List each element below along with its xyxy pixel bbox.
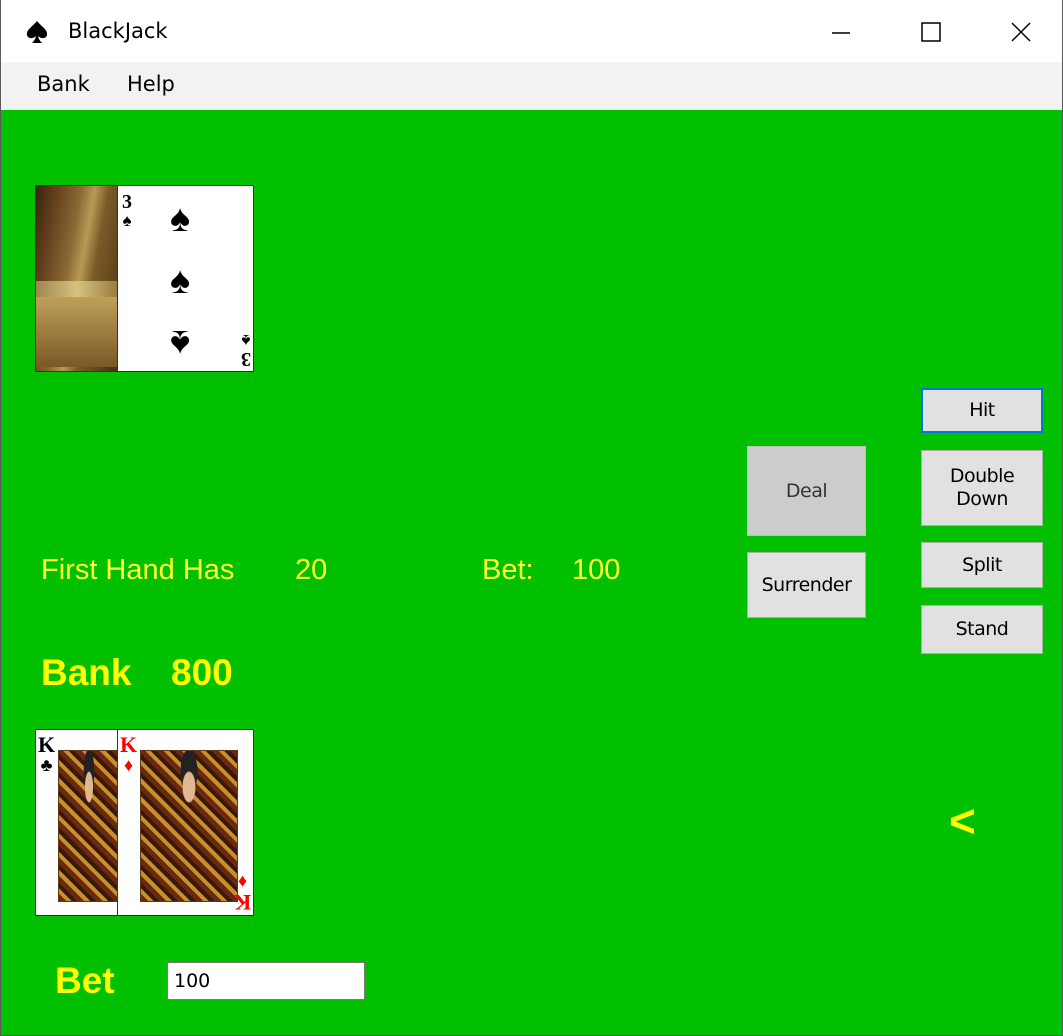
split-button[interactable]: Split (921, 542, 1043, 588)
bet-input[interactable] (167, 962, 365, 1000)
card-suit-icon: ♠ (241, 331, 251, 350)
card-rank: K (120, 732, 138, 757)
title-bar[interactable]: BlackJack (1, 0, 1062, 62)
card-rank: 3 (241, 348, 251, 370)
spade-pip-icon: ♠ (170, 322, 191, 364)
bank-label: Bank (41, 652, 132, 693)
card-suit-icon: ♠ (122, 211, 132, 230)
surrender-button[interactable]: Surrender (747, 552, 866, 618)
card-corner-top: K ♦ (120, 732, 138, 775)
blackjack-window: BlackJack Bank Help 3 ♠ ♠ ♠ ♠ 3 ♠ Hit De… (0, 0, 1063, 1036)
dealer-card-3-spades: 3 ♠ ♠ ♠ ♠ 3 ♠ (117, 185, 254, 372)
king-portrait (58, 750, 118, 902)
deal-button[interactable]: Deal (747, 446, 866, 536)
window-title: BlackJack (68, 19, 168, 43)
card-corner-top: 3 ♠ (122, 192, 132, 229)
dealer-card-face-down (35, 185, 119, 372)
minimize-icon (832, 32, 850, 34)
spade-pip-icon: ♠ (170, 260, 191, 302)
card-corner-bottom: 3 ♠ (241, 331, 251, 370)
card-rank: 3 (122, 191, 132, 213)
maximize-icon (921, 22, 941, 42)
player-card-k-diamonds: K ♦ K ♦ (117, 729, 254, 916)
close-icon (1011, 22, 1031, 42)
card-rank: K (38, 732, 56, 757)
hit-button[interactable]: Hit (921, 388, 1043, 433)
minimize-button[interactable] (811, 10, 871, 54)
spade-pip-icon: ♠ (170, 198, 191, 240)
card-suit-icon: ♦ (123, 755, 134, 775)
stand-button[interactable]: Stand (921, 605, 1043, 654)
card-suit-icon: ♣ (40, 755, 53, 775)
maximize-button[interactable] (901, 10, 961, 54)
game-table: 3 ♠ ♠ ♠ ♠ 3 ♠ Hit Deal Double Down Split … (1, 110, 1062, 1035)
menu-bank[interactable]: Bank (35, 72, 92, 96)
player-card-k-clubs: K ♣ (35, 729, 119, 916)
hand-label: First Hand Has (41, 554, 235, 586)
hand-value: 20 (295, 554, 328, 586)
double-down-button[interactable]: Double Down (921, 450, 1043, 526)
king-portrait (140, 750, 238, 902)
card-rank: K (233, 890, 251, 915)
card-corner-top: K ♣ (38, 732, 56, 775)
active-hand-indicator: < (949, 795, 976, 847)
close-button[interactable] (991, 10, 1051, 54)
bet-status-value: 100 (572, 554, 621, 586)
card-corner-bottom: K ♦ (233, 872, 251, 915)
bet-label: Bet (55, 960, 115, 1001)
spade-icon (26, 21, 48, 43)
menu-bar: Bank Help (1, 62, 1062, 111)
menu-help[interactable]: Help (125, 72, 177, 96)
bet-status-label: Bet: (482, 554, 534, 586)
bank-value: 800 (171, 652, 233, 693)
card-suit-icon: ♦ (237, 872, 248, 892)
